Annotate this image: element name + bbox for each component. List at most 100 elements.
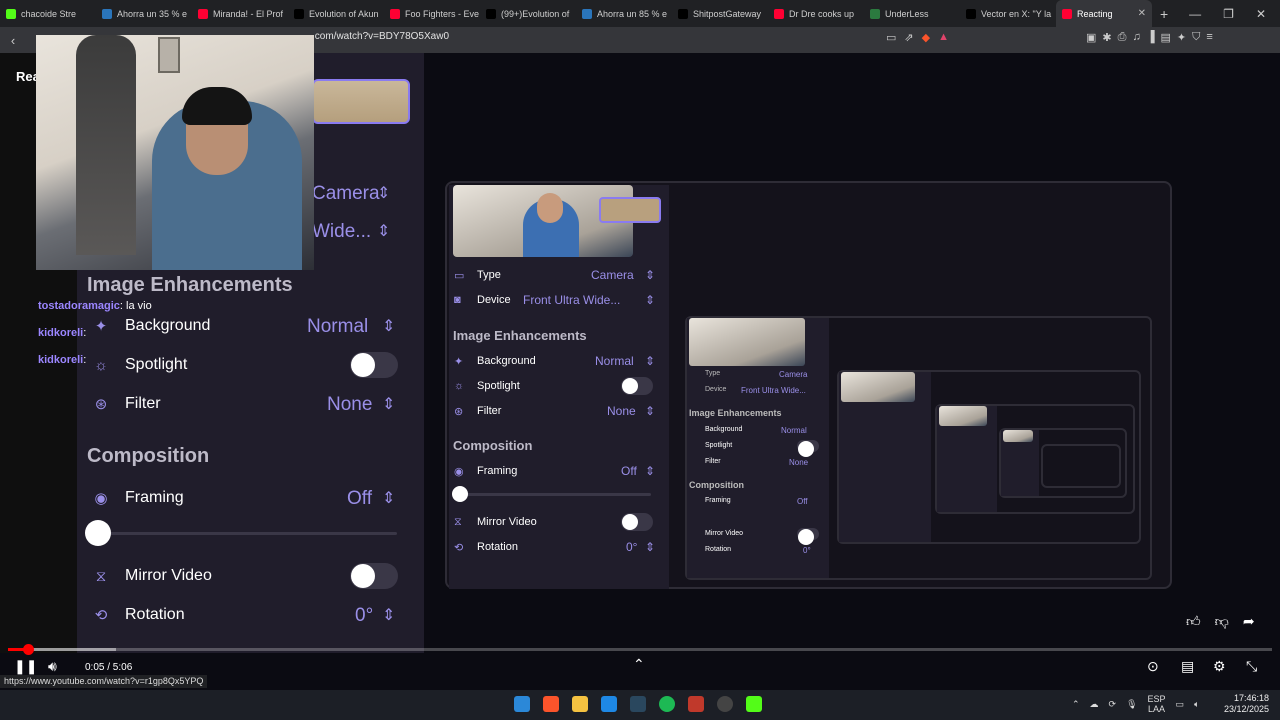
browser-tab[interactable]: Reacting ✕ — [1056, 0, 1152, 27]
browser-tab[interactable]: ShitpostGateway — [672, 0, 768, 27]
tab-label: Vector en X: "Y la — [981, 8, 1052, 19]
framing-row: ◉ Framing — [94, 489, 183, 507]
browser-tab[interactable]: Evolution of Akun — [288, 0, 384, 27]
nested-rotation-value: 0° — [803, 546, 811, 555]
mirror-toggle[interactable] — [621, 513, 653, 531]
browser-tab[interactable]: Miranda! - El Prof — [192, 0, 288, 27]
tab-favicon-icon — [6, 8, 16, 19]
clock[interactable]: 17:46:18 23/12/2025 — [1205, 693, 1269, 715]
browser-tab[interactable]: Dr Dre cooks up — [768, 0, 864, 27]
url-field[interactable]: .com/watch?v=BDY78O5Xaw0 — [312, 31, 449, 42]
brave-icon[interactable] — [543, 696, 559, 712]
browser-tab[interactable]: Ahorra un 85 % e — [576, 0, 672, 27]
framing-slider-knob[interactable] — [452, 486, 468, 502]
chevron-up-icon[interactable]: ⌃ — [633, 656, 645, 673]
pause-icon[interactable]: ❚❚ — [14, 658, 37, 675]
tab-label: Ahorra un 35 % e — [117, 8, 188, 19]
new-tab-button[interactable]: + — [1152, 6, 1176, 22]
spotlight-toggle[interactable] — [350, 352, 398, 378]
leo-icon[interactable]: ✦ — [1177, 31, 1186, 44]
settings-gear-icon[interactable]: ⚙ — [1213, 658, 1226, 675]
brave-rewards-icon[interactable]: ▲ — [938, 31, 949, 44]
share-arrow-icon[interactable]: ➦ — [1243, 613, 1255, 630]
obs-icon[interactable] — [717, 696, 733, 712]
chat-username[interactable]: kidkoreli — [38, 354, 83, 366]
wall-poster — [158, 37, 180, 73]
restore-icon[interactable]: ❐ — [1223, 7, 1234, 21]
tab-favicon-icon — [774, 8, 784, 19]
steam-icon[interactable] — [630, 696, 646, 712]
scrubber-knob[interactable] — [23, 644, 34, 655]
vpn-icon[interactable]: ⛉ — [1192, 31, 1200, 44]
clock-time: 17:46:18 — [1233, 693, 1269, 703]
browser-tab[interactable]: Vector en X: "Y la — [960, 0, 1056, 27]
camera-thumbnail — [599, 197, 661, 223]
windows-start-icon[interactable] — [514, 696, 530, 712]
app-icon[interactable] — [688, 696, 704, 712]
rotation-icon: ⟲ — [454, 542, 464, 554]
windows-taskbar: ⌃ ☁ ⟳ 🎙︎ ESP LAA ▭ 🔈︎ 17:46:18 23/12/202… — [0, 690, 1280, 720]
browser-tab[interactable]: Foo Fighters - Eve — [384, 0, 480, 27]
mirror-toggle[interactable] — [350, 563, 398, 589]
filter-value: None — [327, 394, 373, 415]
exit-fullscreen-icon[interactable]: ⤡ — [1246, 658, 1257, 675]
media-icon[interactable]: ♫ — [1132, 31, 1140, 44]
close-tab-icon[interactable]: ✕ — [1138, 8, 1146, 19]
streamer-hair — [182, 87, 252, 125]
menu-icon[interactable]: ≡ — [1206, 31, 1212, 44]
nested-panel-4 — [1001, 430, 1039, 496]
progress-bar[interactable] — [8, 644, 1272, 655]
tab-bar: chacoide Stre Ahorra un 35 % e Miranda! - … — [0, 0, 1280, 27]
tray-chevron-icon[interactable]: ⌃ — [1072, 699, 1080, 710]
puzzle-icon[interactable]: ✱ — [1102, 31, 1111, 44]
mic-icon[interactable]: 🎙︎ — [1126, 699, 1137, 710]
like-icon[interactable]: 👍︎ — [1186, 613, 1201, 630]
spotify-icon[interactable] — [659, 696, 675, 712]
screen-capture-window: ▭ Type Camera ⇕ ◙ Device Front Ultra Wid… — [445, 181, 1172, 589]
spotlight-toggle[interactable] — [621, 377, 653, 395]
speaker-icon[interactable]: 🔈︎ — [1194, 699, 1199, 710]
mirror-row: ⧖ Mirror Video — [454, 516, 537, 528]
sparkle-icon: ✦ — [454, 356, 464, 368]
back-icon[interactable]: ‹ — [0, 33, 26, 48]
nested-section-composition: Composition — [689, 480, 744, 490]
browser-tab[interactable]: chacoide Stre — [0, 0, 96, 27]
extension-icon[interactable]: ▣ — [1086, 31, 1096, 44]
cloud-icon[interactable]: ☁ — [1090, 699, 1099, 710]
dislike-icon[interactable]: 👎︎ — [1215, 613, 1229, 630]
share-icon[interactable]: ⇗ — [904, 31, 913, 44]
autoplay-toggle-icon[interactable]: ⊙ — [1147, 658, 1159, 675]
chat-username[interactable]: kidkoreli — [38, 327, 83, 339]
framing-value: Off — [347, 488, 372, 509]
section-composition: Composition — [453, 438, 533, 453]
device-label: Device — [477, 294, 511, 306]
device-value: Wide... — [312, 221, 372, 242]
video-player[interactable]: Rea Camera ⇕ Wide... ⇕ Image Enhancement… — [0, 35, 1280, 690]
bing-icon[interactable] — [601, 696, 617, 712]
mirror-icon: ⧖ — [454, 516, 462, 528]
screenshot-icon[interactable]: ⎙ — [1118, 31, 1127, 44]
close-window-icon[interactable]: ✕ — [1256, 7, 1266, 21]
camera-icon: ▭ — [454, 270, 465, 282]
brave-shield-icon[interactable]: ◆ — [922, 31, 930, 44]
kick-icon[interactable] — [746, 696, 762, 712]
nested-device-label: Device — [705, 386, 727, 393]
chat-username[interactable]: tostadoramagic — [38, 300, 120, 312]
mirror-icon: ⧖ — [95, 567, 107, 585]
browser-tab[interactable]: Ahorra un 35 % e — [96, 0, 192, 27]
captions-icon[interactable]: ▤ — [1181, 658, 1194, 675]
sync-icon[interactable]: ⟳ — [1109, 699, 1117, 710]
wallet-icon[interactable]: ▤ — [1160, 31, 1170, 44]
cast-icon[interactable]: ▭ — [886, 31, 896, 44]
browser-tab[interactable]: (99+)Evolution of — [480, 0, 576, 27]
file-explorer-icon[interactable] — [572, 696, 588, 712]
language-indicator[interactable]: ESP LAA — [1148, 694, 1166, 714]
framing-slider-track[interactable] — [459, 493, 651, 496]
volume-icon[interactable]: 🔊︎ — [48, 658, 57, 675]
sidebar-icon[interactable]: ▐ — [1147, 31, 1155, 44]
display-icon[interactable]: ▭ — [1176, 699, 1185, 710]
framing-slider-knob[interactable] — [85, 520, 111, 546]
minimize-icon[interactable]: — — [1189, 7, 1201, 21]
browser-tab[interactable]: UnderLess — [864, 0, 960, 27]
framing-slider-track[interactable] — [97, 532, 397, 535]
